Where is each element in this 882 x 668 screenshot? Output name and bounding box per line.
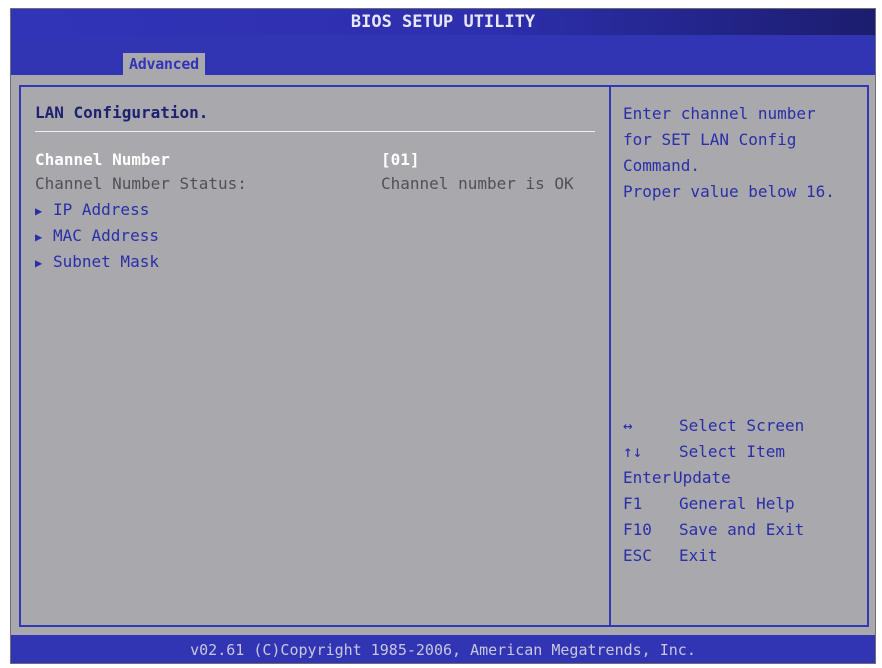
right-triangle-icon: ▶ [35,204,43,218]
setting-value[interactable]: [01] [381,149,420,171]
help-line: Enter channel number [623,104,816,123]
key-legend-item: F10 Save and Exit [623,517,863,543]
right-triangle-icon: ▶ [35,256,43,270]
setting-value: Channel number is OK [381,174,574,193]
copyright-text: v02.61 (C)Copyright 1985-2006, American … [190,641,696,659]
help-line: Proper value below 16. [623,182,835,201]
key-legend-item: Enter Update [623,465,863,491]
key-label: F1 [623,494,643,513]
help-panel: Enter channel number for SET LAN Config … [611,85,869,627]
app-title: BIOS SETUP UTILITY [350,12,536,32]
key-description: Save and Exit [679,520,805,539]
bios-screen: BIOS SETUP UTILITY Advanced LAN Configur… [10,8,876,664]
key-description: Exit [679,546,718,565]
setting-label: Channel Number Status: [35,174,247,193]
copyright-footer: v02.61 (C)Copyright 1985-2006, American … [11,635,875,663]
key-description: Update [673,468,731,487]
submenu-label: MAC Address [53,226,159,245]
key-legend-item: ↑↓ Select Item [623,439,863,465]
key-label: ↔ [623,416,633,435]
key-description: Select Screen [679,416,805,435]
key-legend-item: F1 General Help [623,491,863,517]
submenu-label: Subnet Mask [53,252,159,271]
tab-advanced[interactable]: Advanced [123,53,205,75]
title-bar: BIOS SETUP UTILITY [11,9,875,35]
section-title: LAN Configuration. [35,103,209,122]
submenu-ip-address[interactable]: ▶ IP Address [35,199,595,222]
setting-label: Channel Number [35,150,170,169]
key-description: Select Item [679,442,785,461]
key-description: General Help [679,494,795,513]
key-label: F10 [623,520,652,539]
key-label: Enter [623,468,672,487]
key-legend-item: ↔ Select Screen [623,413,863,439]
settings-panel: LAN Configuration. Channel Number [01] C… [19,85,611,627]
submenu-label: IP Address [53,200,150,219]
tab-bar: Advanced [11,35,875,75]
key-label: ↑↓ [623,442,643,461]
help-line: for SET LAN Config [623,130,797,149]
key-legend-item: ESC Exit [623,543,863,569]
submenu-subnet-mask[interactable]: ▶ Subnet Mask [35,251,595,274]
help-text: Enter channel number for SET LAN Config … [623,101,863,205]
right-triangle-icon: ▶ [35,230,43,244]
key-legend: ↔ Select Screen ↑↓ Select Item Enter Upd… [623,413,863,569]
help-line: Command. [623,156,701,175]
key-label: ESC [623,546,652,565]
content-area: LAN Configuration. Channel Number [01] C… [11,75,875,635]
submenu-mac-address[interactable]: ▶ MAC Address [35,225,595,248]
section-divider [35,131,595,132]
